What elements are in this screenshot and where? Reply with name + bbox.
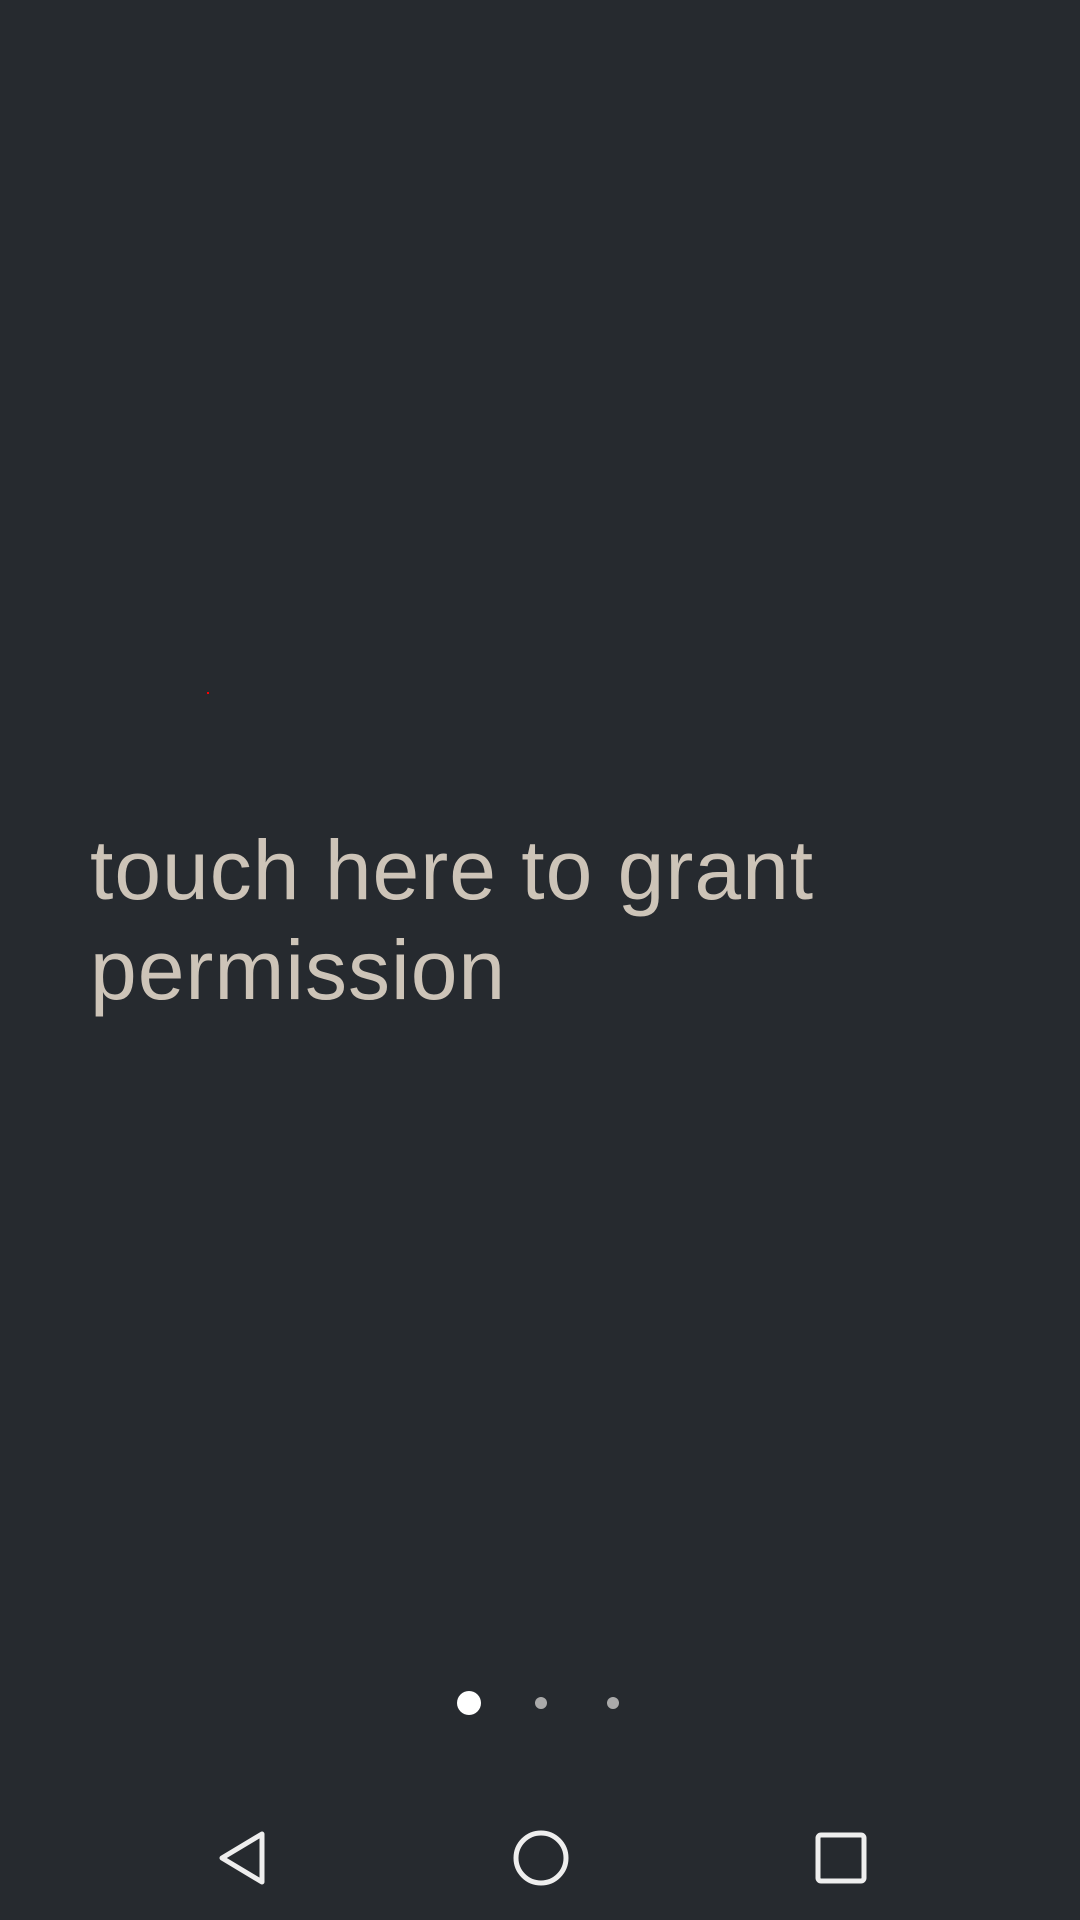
home-button[interactable]	[501, 1818, 581, 1898]
marker-dot	[207, 692, 209, 694]
page-dot-3[interactable]	[607, 1697, 619, 1709]
page-dot-1-active[interactable]	[457, 1691, 481, 1715]
page-indicator	[0, 1691, 1080, 1715]
recents-icon	[815, 1832, 867, 1884]
back-button[interactable]	[202, 1818, 282, 1898]
recents-button[interactable]	[801, 1818, 881, 1898]
page-dot-2[interactable]	[535, 1697, 547, 1709]
back-icon	[219, 1831, 265, 1885]
navigation-bar	[0, 1800, 1080, 1920]
home-icon	[513, 1830, 569, 1886]
grant-permission-button[interactable]: touch here to grant permission	[90, 820, 990, 1020]
